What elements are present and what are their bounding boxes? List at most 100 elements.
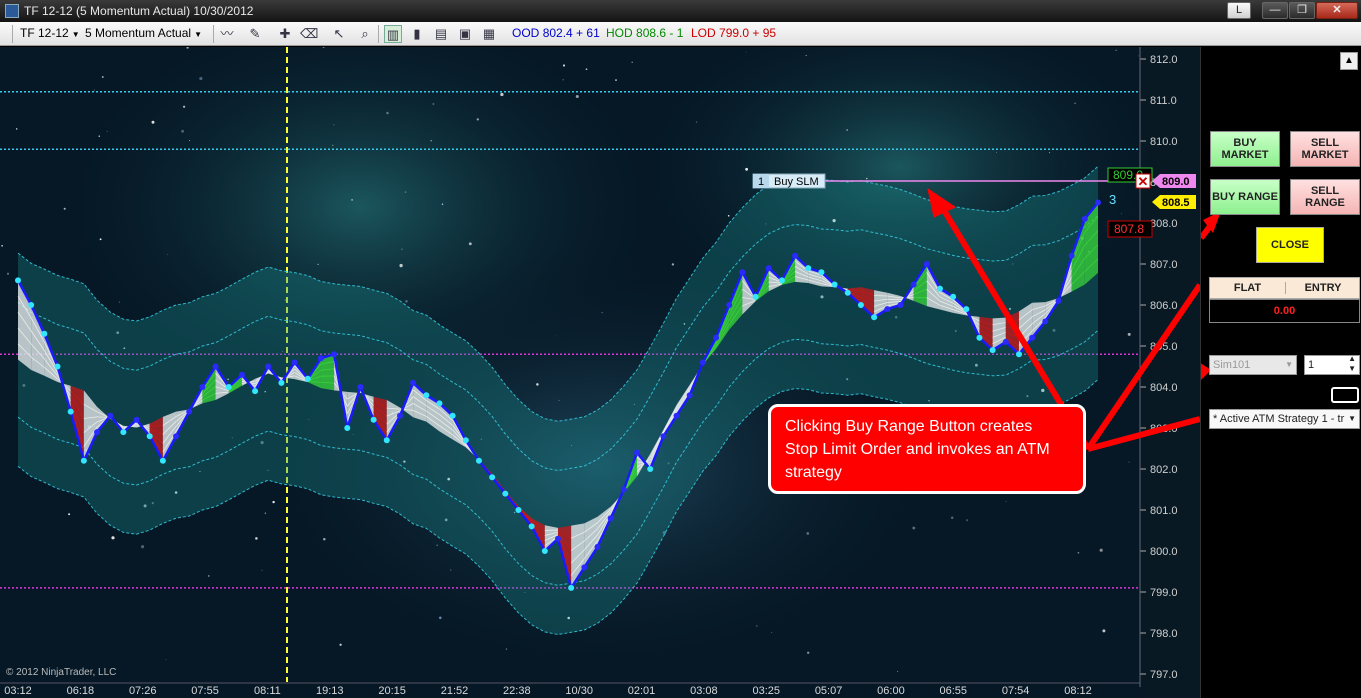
atm-strategy-select[interactable]: * Active ATM Strategy 1 - tr ▼ — [1209, 409, 1360, 429]
price-dot — [449, 412, 456, 419]
chart-toolbar: TF 12-12 ▼ 5 Momentum Actual ▼ 〰 ✎ ✚ ⌫ ↖ ⌕… — [0, 22, 1361, 46]
star — [436, 544, 438, 546]
period-selector[interactable]: 5 Momentum Actual ▼ — [85, 26, 202, 40]
star — [1138, 55, 1139, 57]
price-dot — [423, 392, 430, 399]
instrument-selector[interactable]: TF 12-12 ▼ — [20, 26, 80, 40]
price-dot — [686, 392, 693, 399]
cancel-order-icon[interactable]: ✕ — [1138, 174, 1149, 189]
time-tick-label: 10/30 — [565, 685, 593, 697]
buy-market-button[interactable]: BUY MARKET — [1210, 131, 1280, 167]
star — [771, 631, 773, 634]
star — [727, 215, 730, 217]
stepper-arrows-icon[interactable]: ▲ ▼ — [1348, 356, 1356, 374]
star — [505, 648, 507, 650]
hod-value: 808.6 - 1 — [636, 26, 684, 40]
price-dot — [936, 285, 943, 292]
crosshair-icon[interactable]: ✚ — [276, 25, 294, 43]
price-dot — [739, 269, 746, 276]
price-dot — [120, 429, 127, 436]
star — [98, 135, 101, 138]
chevron-down-icon: ▼ — [194, 30, 202, 39]
indicators-icon[interactable]: ▤ — [432, 25, 450, 43]
sell-market-button[interactable]: SELL MARKET — [1290, 131, 1360, 167]
price-dot — [844, 289, 851, 296]
account-select[interactable]: Sim101 ▼ — [1209, 355, 1297, 375]
price-dot — [370, 416, 377, 423]
close-window-button[interactable]: ✕ — [1316, 2, 1358, 19]
sell-range-button[interactable]: SELL RANGE — [1290, 179, 1360, 215]
chart-canvas[interactable]: 812.0811.0810.0809.0808.0807.0806.0805.0… — [0, 47, 1200, 698]
price-dot — [673, 412, 680, 419]
quantity-stepper[interactable]: 1 ▲ ▼ — [1304, 355, 1360, 375]
panel-scroll-up-button[interactable]: ▲ — [1340, 52, 1358, 70]
yellow-price-flag-text: 808.5 — [1162, 197, 1190, 209]
buy-range-button[interactable]: BUY RANGE — [1210, 179, 1280, 215]
price-dot — [173, 433, 180, 440]
pencil-icon[interactable]: ✎ — [246, 25, 264, 43]
close-position-button[interactable]: CLOSE — [1256, 227, 1324, 263]
properties-icon[interactable]: ▦ — [480, 25, 498, 43]
price-dot — [897, 302, 904, 308]
price-dot — [54, 363, 61, 370]
layout-button[interactable]: L — [1227, 2, 1251, 19]
minimize-button[interactable]: — — [1262, 2, 1288, 19]
star — [272, 500, 275, 504]
price-dot — [541, 548, 548, 554]
price-dot — [989, 347, 996, 354]
star — [476, 118, 479, 121]
pointer-icon[interactable]: ↖ — [330, 25, 348, 43]
star — [401, 248, 403, 250]
price-dot — [265, 363, 272, 370]
eraser-icon[interactable]: ⌫ — [300, 25, 318, 43]
star — [615, 79, 617, 82]
star — [68, 513, 71, 516]
price-tick-label: 810.0 — [1150, 136, 1178, 148]
price-dot — [41, 330, 48, 337]
price-dot — [502, 490, 509, 497]
price-dot — [396, 412, 403, 419]
star — [15, 128, 18, 130]
star — [255, 537, 258, 540]
star — [208, 575, 210, 577]
star — [400, 267, 402, 268]
price-dot — [792, 252, 799, 259]
time-tick-label: 21:52 — [441, 685, 469, 697]
price-tick-label: 808.0 — [1150, 218, 1178, 230]
strategies-icon[interactable]: ▣ — [456, 25, 474, 43]
pnl-value: 0.00 — [1209, 299, 1360, 323]
star — [996, 152, 997, 153]
time-tick-label: 22:38 — [503, 685, 531, 697]
toolbar-separator — [378, 25, 379, 43]
price-tick-label: 811.0 — [1150, 95, 1177, 107]
star — [807, 651, 810, 654]
price-dot — [950, 293, 957, 300]
time-tick-label: 03:25 — [752, 685, 780, 697]
maximize-button[interactable]: ❐ — [1289, 2, 1315, 19]
price-chart[interactable]: 812.0811.0810.0809.0808.0807.0806.0805.0… — [0, 47, 1200, 698]
chevron-down-icon: ▼ — [1285, 360, 1293, 369]
line-tool-icon[interactable]: 〰 — [218, 25, 236, 43]
price-dot — [1055, 297, 1062, 304]
price-dot — [976, 334, 983, 341]
price-dot — [884, 306, 891, 313]
star — [1, 245, 3, 247]
price-dot — [225, 384, 232, 390]
title-bar: TF 12-12 (5 Momentum Actual) 10/30/2012 … — [0, 0, 1361, 22]
star — [912, 526, 916, 530]
star — [317, 263, 319, 266]
star — [432, 102, 435, 106]
chart-trader-panel: ▲ BUY MARKET SELL MARKET BUY RANGE SELL … — [1200, 47, 1361, 698]
chart-trader-icon[interactable]: ▥ — [384, 25, 402, 43]
bar-chart-icon[interactable]: ▮ — [408, 25, 426, 43]
annotation-callout: Clicking Buy Range Button creates Stop L… — [768, 404, 1086, 494]
price-dot — [581, 564, 588, 571]
time-tick-label: 02:01 — [628, 685, 656, 697]
price-dot — [555, 535, 561, 542]
time-tick-label: 03:12 — [4, 685, 32, 697]
star — [111, 536, 115, 540]
time-tick-label: 08:11 — [254, 685, 281, 697]
app-icon — [5, 4, 19, 18]
price-dot — [857, 302, 864, 308]
zoom-icon[interactable]: ⌕ — [356, 25, 374, 43]
